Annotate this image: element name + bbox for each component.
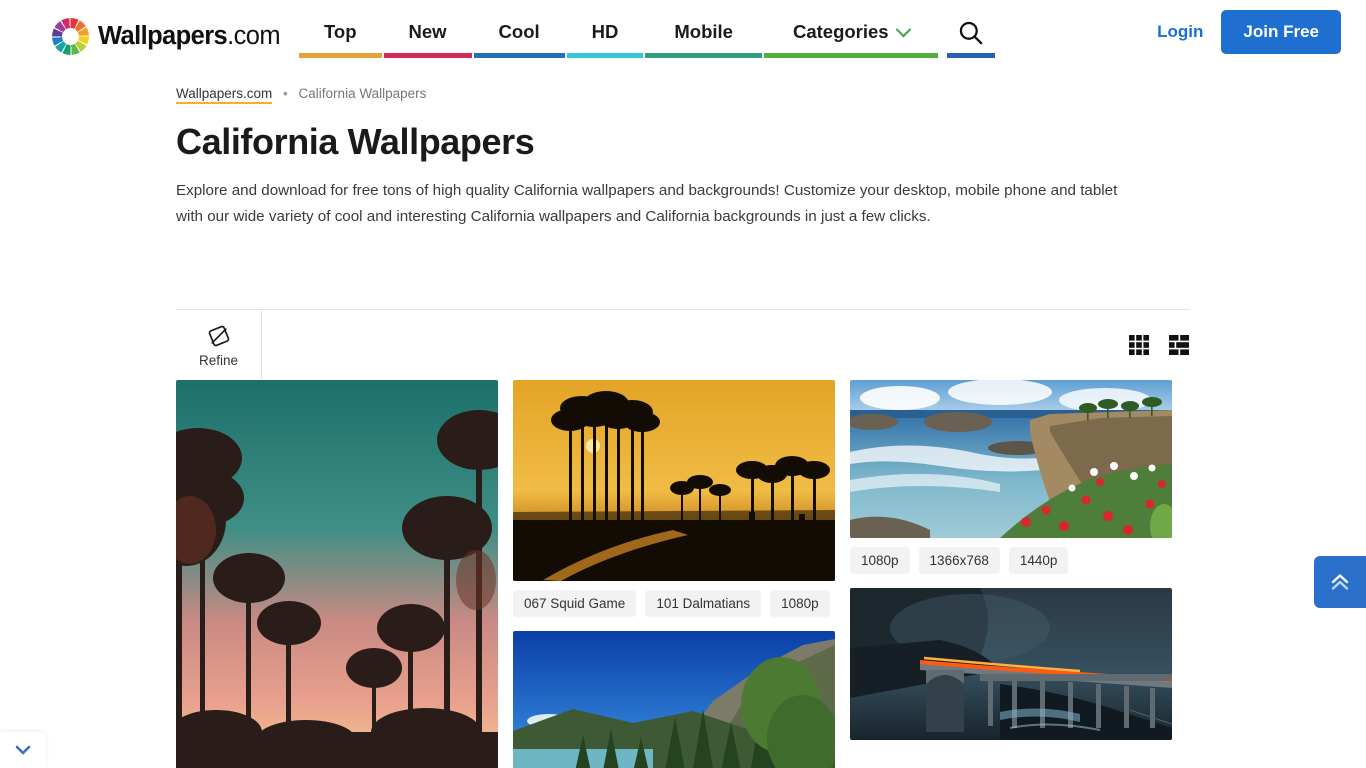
nav-underline-top <box>298 53 382 58</box>
view-toggle-group <box>1128 334 1190 356</box>
gallery-toolbar: Refine <box>176 310 1190 380</box>
wallpaper-thumbnail-lake-tahoe-pines[interactable] <box>513 631 835 768</box>
search-icon <box>959 21 983 44</box>
masonry-view-button[interactable] <box>1168 334 1190 356</box>
nav-underline-new <box>383 53 472 58</box>
wallpaper-gallery: 067 Squid Game 101 Dalmatians 1080p 1080… <box>176 380 1190 768</box>
search-button[interactable] <box>939 0 1003 64</box>
chevron-down-icon <box>15 745 31 755</box>
nav-item-cool[interactable]: Cool <box>473 0 566 64</box>
nav-item-new[interactable]: New <box>383 0 473 64</box>
nav-label-top: Top <box>323 21 357 42</box>
color-wheel-logo-icon <box>52 17 89 55</box>
wallpaper-card[interactable] <box>176 380 498 768</box>
wallpaper-card[interactable] <box>850 588 1172 740</box>
tag-chip[interactable]: 1080p <box>850 547 910 574</box>
nav-underline-search <box>946 53 995 58</box>
nav-underline-mobile <box>645 53 762 58</box>
wallpaper-thumbnail-bixby-bridge-night[interactable] <box>850 588 1172 740</box>
nav-label-new: New <box>408 21 447 42</box>
tag-chip[interactable]: 067 Squid Game <box>513 590 637 617</box>
page-container: Wallpapers.com • California Wallpapers C… <box>176 86 1190 768</box>
tag-chip[interactable]: 1366x768 <box>918 547 1000 574</box>
bottom-expand-button[interactable] <box>0 732 46 768</box>
wallpaper-thumbnail-golden-sunset-palms[interactable] <box>513 380 835 581</box>
account-actions: Login Join Free <box>1157 0 1346 64</box>
scroll-to-top-button[interactable] <box>1314 556 1366 608</box>
tag-chip[interactable]: 101 Dalmatians <box>645 590 762 617</box>
wallpaper-card[interactable]: 067 Squid Game 101 Dalmatians 1080p <box>513 380 835 617</box>
nav-item-categories[interactable]: Categories <box>763 0 939 64</box>
refine-label: Refine <box>198 352 239 368</box>
brand-name-suffix: .com <box>227 21 280 50</box>
grid-3x3-icon <box>1129 335 1149 355</box>
wallpaper-card[interactable] <box>513 631 835 768</box>
nav-label-mobile: Mobile <box>674 21 733 42</box>
nav-item-top[interactable]: Top <box>298 0 383 64</box>
grid-view-button[interactable] <box>1128 334 1150 356</box>
brand-name: Wallpapers.com <box>98 21 281 51</box>
refine-filter-icon <box>208 325 229 346</box>
tag-chip[interactable]: 1440p <box>1008 547 1069 574</box>
nav-underline-hd <box>566 53 644 58</box>
login-link[interactable]: Login <box>1157 22 1203 42</box>
wallpaper-tags: 1080p 1366x768 1440p <box>850 547 1172 574</box>
nav-label-cool: Cool <box>498 21 540 42</box>
main-navigation: Top New Cool HD Mobile Categories <box>298 0 1003 64</box>
nav-item-hd[interactable]: HD <box>566 0 645 64</box>
gallery-column: 067 Squid Game 101 Dalmatians 1080p <box>513 380 835 768</box>
site-header: Wallpapers.com Top New Cool HD Mobile Ca… <box>0 0 1366 72</box>
gallery-column <box>176 380 498 768</box>
breadcrumb-separator: • <box>283 86 288 101</box>
nav-label-hd: HD <box>591 21 619 42</box>
masonry-grid-icon <box>1169 335 1189 355</box>
nav-underline-categories <box>763 53 938 58</box>
brand-name-main: Wallpapers <box>98 21 228 50</box>
chevron-down-icon <box>895 21 911 37</box>
breadcrumb-home-link[interactable]: Wallpapers.com <box>176 86 273 104</box>
breadcrumb-current: California Wallpapers <box>298 86 427 101</box>
refine-button[interactable]: Refine <box>176 310 262 380</box>
gallery-column: 1080p 1366x768 1440p <box>850 380 1172 768</box>
wallpaper-thumbnail-laguna-beach-coast[interactable] <box>850 380 1172 538</box>
site-logo[interactable]: Wallpapers.com <box>52 0 281 72</box>
wallpaper-tags: 067 Squid Game 101 Dalmatians 1080p <box>513 590 835 617</box>
wallpaper-thumbnail-palm-trees-sunset[interactable] <box>176 380 498 768</box>
double-chevron-up-icon <box>1331 574 1349 590</box>
wallpaper-card[interactable]: 1080p 1366x768 1440p <box>850 380 1172 574</box>
page-title: California Wallpapers <box>176 121 535 162</box>
nav-label-categories: Categories <box>792 21 889 42</box>
tag-chip[interactable]: 1080p <box>770 590 830 617</box>
breadcrumb: Wallpapers.com • California Wallpapers <box>176 86 1190 104</box>
join-free-button[interactable]: Join Free <box>1221 10 1341 54</box>
page-description: Explore and download for free tons of hi… <box>176 182 1118 225</box>
nav-item-mobile[interactable]: Mobile <box>644 0 763 64</box>
nav-underline-cool <box>473 53 565 58</box>
